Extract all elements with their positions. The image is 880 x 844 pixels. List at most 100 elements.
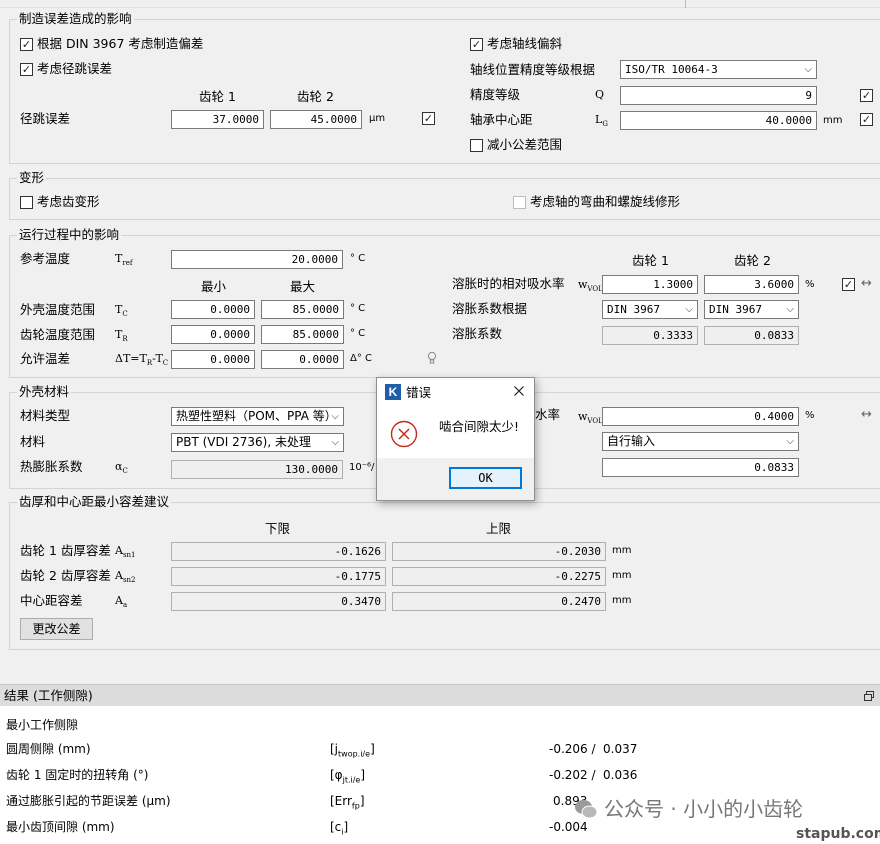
watermark-site: stapub.com	[796, 826, 880, 842]
op-gear1-header: 齿轮 1	[632, 253, 669, 268]
result-row-symbol: [Errfp]	[330, 794, 365, 811]
center-distance-lower: 0.3470	[171, 592, 386, 611]
dialog-message: 啮合间隙太少!	[439, 419, 520, 434]
gear2-thickness-unit: mm	[612, 570, 632, 581]
sync-arrows-icon[interactable]: ↔	[861, 408, 872, 422]
gear1-header: 齿轮 1	[199, 89, 236, 104]
swelling-basis-label: 溶胀系数根据	[452, 301, 528, 316]
error-dialog: K 错误 啮合间隙太少! OK	[376, 377, 535, 501]
allow-diff-min-input[interactable]: 0.0000	[171, 350, 255, 369]
expansion-unit: 10⁻⁶/	[349, 462, 375, 473]
swelling-absorption-checkbox[interactable]: ✓	[842, 278, 855, 291]
results-title: 结果 (工作侧隙)	[4, 688, 93, 703]
bearing-distance-symbol: LG	[595, 113, 608, 129]
swelling-absorption-gear1-input[interactable]: 1.3000	[602, 275, 698, 294]
result-row-value: -0.004	[549, 820, 588, 834]
housing-temp-min-input[interactable]: 0.0000	[171, 300, 255, 319]
ref-temp-input[interactable]: 20.0000	[171, 250, 343, 269]
lower-limit-header: 下限	[265, 521, 291, 536]
gear2-thickness-lower: -0.1775	[171, 567, 386, 586]
ok-button[interactable]: OK	[449, 467, 522, 489]
center-distance-unit: mm	[612, 595, 632, 606]
housing-input-mode-value: 自行输入	[607, 434, 656, 448]
shaft-bending-checkbox[interactable]	[513, 196, 526, 209]
swelling-basis-gear1-select[interactable]: DIN 3967 ⌵	[602, 300, 698, 319]
allow-diff-symbol: ΔT=TR-TC	[115, 352, 169, 368]
runout-gear1-input[interactable]: 37.0000	[171, 110, 264, 129]
runout-label: 考虑径跳误差	[37, 61, 113, 76]
runout-gear2-input[interactable]: 45.0000	[270, 110, 362, 129]
housing-group-title: 外壳材料	[17, 384, 72, 399]
allow-diff-label: 允许温差	[20, 351, 71, 366]
housing-input-mode-select[interactable]: 自行输入 ⌵	[602, 432, 799, 451]
results-heading: 最小工作侧隙	[6, 718, 79, 732]
reduce-tolerance-label: 减小公差范围	[487, 137, 563, 152]
result-row-symbol: [φjt.i/e]	[330, 768, 366, 785]
bearing-distance-unit: mm	[823, 115, 843, 126]
swelling-absorption-symbol: wVOL	[578, 278, 603, 294]
material-type-select[interactable]: 热塑性塑料（POM、PPA 等） ⌵	[171, 407, 344, 426]
runout-checkbox[interactable]: ✓	[20, 63, 33, 76]
axis-deviation-checkbox[interactable]: ✓	[470, 38, 483, 51]
reduce-tolerance-checkbox[interactable]	[470, 139, 483, 152]
gear-temp-max-input[interactable]: 85.0000	[261, 325, 344, 344]
housing-absorption-symbol: wVOL	[578, 410, 603, 426]
top-strip-right-edge	[685, 0, 686, 8]
chevron-down-icon: ⌵	[786, 304, 794, 315]
expansion-field: 130.0000	[171, 460, 343, 479]
center-distance-symbol: Aa	[115, 594, 128, 610]
error-icon	[390, 420, 418, 448]
chevron-down-icon: ⌵	[331, 437, 339, 448]
gear1-thickness-label: 齿轮 1 齿厚容差	[20, 543, 111, 558]
axis-accuracy-label: 轴线位置精度等级根据	[470, 62, 596, 77]
chevron-down-icon: ⌵	[786, 436, 794, 447]
gear1-thickness-lower: -0.1626	[171, 542, 386, 561]
operation-group-title: 运行过程中的影响	[17, 227, 122, 242]
swelling-absorption-unit: %	[805, 279, 815, 290]
swelling-coef-gear1-field: 0.3333	[602, 326, 698, 345]
housing-coef-input[interactable]: 0.0833	[602, 458, 799, 477]
accuracy-grade-input[interactable]: 9	[620, 86, 817, 105]
watermark-text: 公众号 · 小小的小齿轮	[604, 797, 804, 821]
runout-error-label: 径跳误差	[20, 111, 71, 126]
center-distance-label: 中心距容差	[20, 593, 83, 608]
accuracy-grade-checkbox[interactable]: ✓	[860, 89, 873, 102]
ref-temp-unit: ° C	[350, 253, 366, 264]
swelling-basis-gear2-select[interactable]: DIN 3967 ⌵	[704, 300, 799, 319]
runout-unit: μm	[369, 113, 386, 124]
gear-temp-symbol: TR	[115, 328, 128, 344]
din3967-label: 根据 DIN 3967 考虑制造偏差	[37, 36, 204, 51]
result-row-value: 0.036	[603, 768, 638, 782]
axis-accuracy-select[interactable]: ISO/TR 10064-3 ⌵	[620, 60, 817, 79]
swelling-basis-gear2-value: DIN 3967	[709, 303, 762, 316]
allow-diff-max-input[interactable]: 0.0000	[261, 350, 344, 369]
swelling-absorption-gear2-input[interactable]: 3.6000	[704, 275, 799, 294]
housing-absorption-unit: %	[805, 410, 815, 421]
din3967-checkbox[interactable]: ✓	[20, 38, 33, 51]
sync-arrows-icon[interactable]: ↔	[861, 277, 872, 291]
bearing-distance-input[interactable]: 40.0000	[620, 111, 817, 130]
center-distance-upper: 0.2470	[392, 592, 606, 611]
close-icon[interactable]	[511, 383, 527, 399]
housing-temp-label: 外壳温度范围	[20, 302, 96, 317]
result-row-label: 圆周侧隙 (mm)	[6, 742, 91, 756]
lightbulb-icon[interactable]	[427, 351, 437, 365]
change-tolerance-button[interactable]: 更改公差	[20, 618, 93, 640]
material-select[interactable]: PBT (VDI 2736), 未处理 ⌵	[171, 433, 344, 452]
material-value: PBT (VDI 2736), 未处理	[176, 435, 311, 449]
gear-temp-min-input[interactable]: 0.0000	[171, 325, 255, 344]
accuracy-grade-symbol: Q	[595, 88, 605, 101]
gear-temp-unit: ° C	[350, 328, 366, 339]
result-row-symbol: [ci]	[330, 820, 349, 837]
result-row-label: 齿轮 1 固定时的扭转角 (°)	[6, 768, 149, 782]
results-header	[0, 684, 880, 706]
housing-absorption-input[interactable]: 0.4000	[602, 407, 799, 426]
gear1-thickness-unit: mm	[612, 545, 632, 556]
restore-window-icon[interactable]	[864, 690, 874, 701]
tooth-deformation-checkbox[interactable]	[20, 196, 33, 209]
swelling-basis-gear1-value: DIN 3967	[607, 303, 660, 316]
bearing-distance-checkbox[interactable]: ✓	[860, 113, 873, 126]
housing-temp-max-input[interactable]: 85.0000	[261, 300, 344, 319]
runout-error-checkbox[interactable]: ✓	[422, 112, 435, 125]
ref-temp-symbol: Tref	[115, 252, 133, 268]
